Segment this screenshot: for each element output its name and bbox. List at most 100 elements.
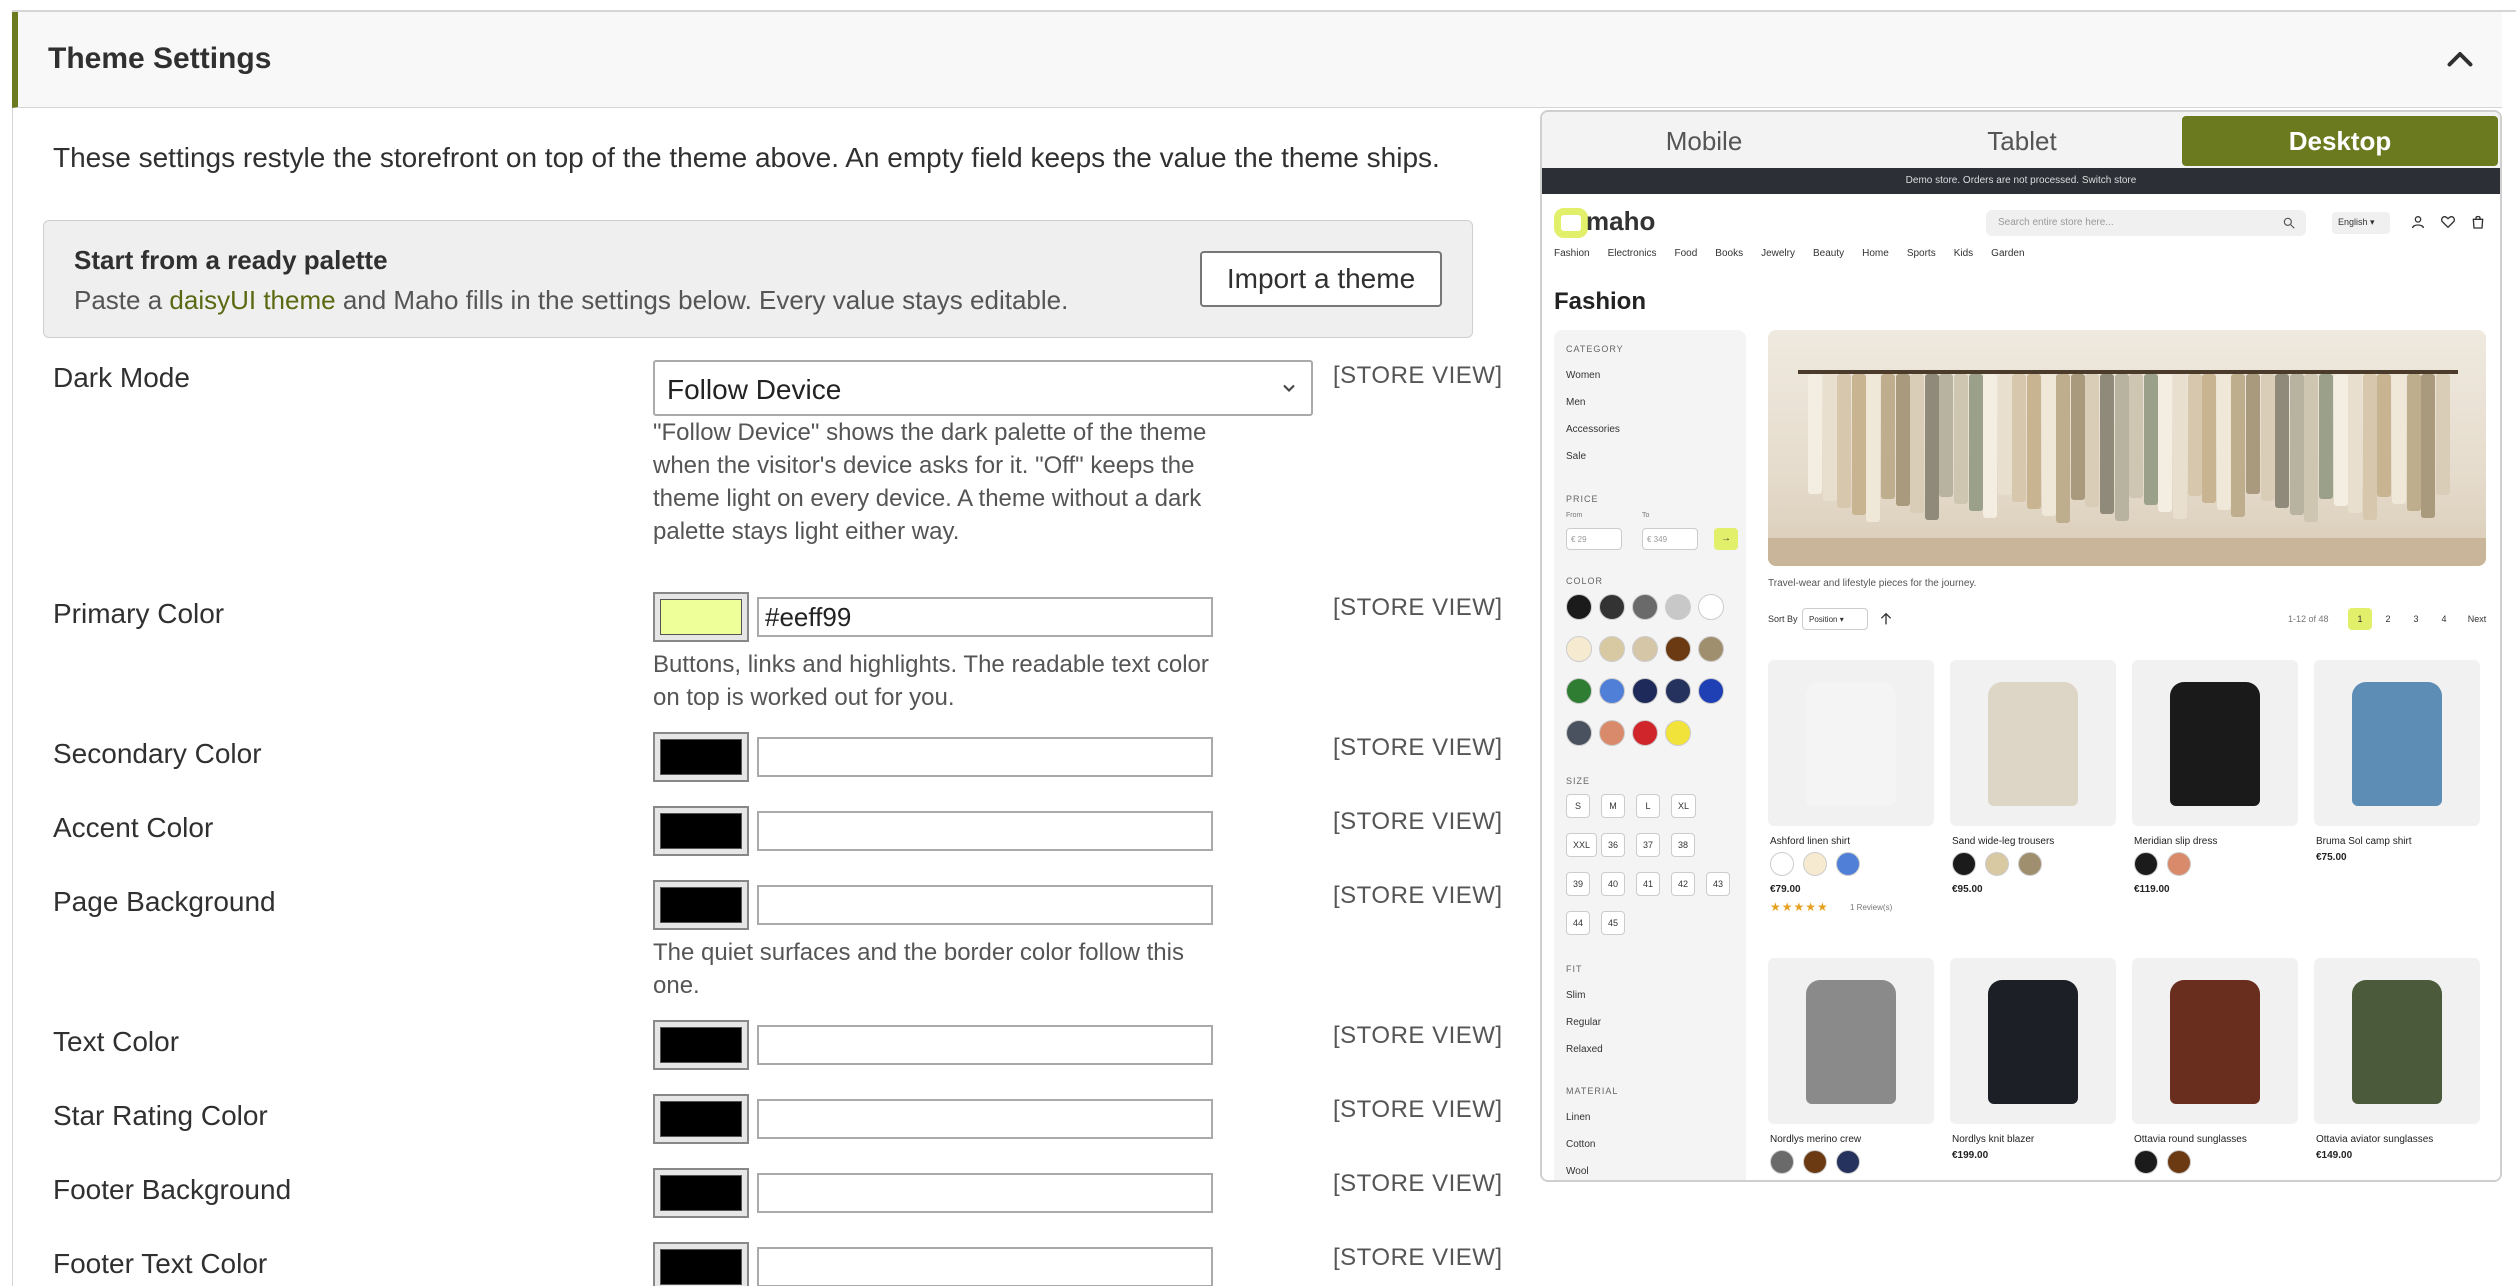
product-name[interactable]: Sand wide-leg trousers: [1952, 836, 2054, 847]
dark-mode-select[interactable]: Follow Device: [653, 360, 1313, 416]
product-color-swatch[interactable]: [2134, 852, 2158, 876]
nav-item[interactable]: Garden: [1991, 248, 2024, 259]
filter-category-item[interactable]: Women: [1566, 370, 1600, 381]
color-picker-swatch[interactable]: [653, 1094, 749, 1144]
product-color-swatch[interactable]: [1952, 852, 1976, 876]
nav-item[interactable]: Electronics: [1608, 248, 1657, 259]
color-picker-swatch[interactable]: [653, 1242, 749, 1286]
color-hex-input[interactable]: [757, 1247, 1213, 1286]
nav-item[interactable]: Beauty: [1813, 248, 1844, 259]
color-filter-swatch[interactable]: [1632, 594, 1658, 620]
color-picker-swatch[interactable]: [653, 732, 749, 782]
filter-category-item[interactable]: Sale: [1566, 451, 1586, 462]
sort-select[interactable]: Position ▾: [1802, 608, 1868, 630]
tab-desktop[interactable]: Desktop: [2182, 116, 2498, 166]
filter-material-item[interactable]: Cotton: [1566, 1139, 1595, 1150]
color-filter-swatch[interactable]: [1698, 636, 1724, 662]
size-filter-chip[interactable]: 36: [1601, 833, 1626, 857]
chevron-up-icon[interactable]: [2442, 42, 2478, 78]
nav-item[interactable]: Kids: [1954, 248, 1973, 259]
color-filter-swatch[interactable]: [1566, 594, 1592, 620]
color-picker-swatch[interactable]: [653, 1168, 749, 1218]
color-filter-swatch[interactable]: [1698, 594, 1724, 620]
product-name[interactable]: Meridian slip dress: [2134, 836, 2217, 847]
account-icon[interactable]: [2410, 214, 2426, 230]
color-picker-swatch[interactable]: [653, 1020, 749, 1070]
product-image[interactable]: [1768, 958, 1934, 1124]
product-image[interactable]: [2314, 958, 2480, 1124]
product-color-swatch[interactable]: [1770, 852, 1794, 876]
tab-tablet[interactable]: Tablet: [1864, 116, 2180, 166]
daisyui-theme-link[interactable]: daisyUI theme: [169, 285, 335, 315]
size-filter-chip[interactable]: 45: [1601, 911, 1626, 935]
size-filter-chip[interactable]: XL: [1671, 794, 1697, 818]
product-image[interactable]: [2132, 958, 2298, 1124]
product-image[interactable]: [2314, 660, 2480, 826]
color-filter-swatch[interactable]: [1599, 678, 1625, 704]
price-to-input[interactable]: € 349: [1642, 528, 1698, 550]
size-filter-chip[interactable]: 39: [1566, 872, 1591, 896]
wishlist-heart-icon[interactable]: [2440, 214, 2456, 230]
filter-material-item[interactable]: Wool: [1566, 1166, 1589, 1177]
product-color-swatch[interactable]: [1836, 1150, 1860, 1174]
nav-item[interactable]: Sports: [1907, 248, 1936, 259]
next-page-link[interactable]: Next: [2460, 608, 2494, 630]
product-color-swatch[interactable]: [1770, 1150, 1794, 1174]
product-color-swatch[interactable]: [2167, 852, 2191, 876]
filter-material-item[interactable]: Linen: [1566, 1112, 1590, 1123]
store-logo[interactable]: maho: [1586, 206, 1655, 237]
color-filter-swatch[interactable]: [1665, 636, 1691, 662]
color-filter-swatch[interactable]: [1632, 720, 1658, 746]
filter-category-item[interactable]: Men: [1566, 397, 1585, 408]
price-apply-button[interactable]: →: [1714, 528, 1738, 550]
color-filter-swatch[interactable]: [1632, 636, 1658, 662]
page-link[interactable]: 3: [2404, 608, 2428, 630]
size-filter-chip[interactable]: L: [1636, 794, 1660, 818]
color-filter-swatch[interactable]: [1566, 720, 1592, 746]
product-color-swatch[interactable]: [2167, 1150, 2191, 1174]
product-name[interactable]: Ashford linen shirt: [1770, 836, 1850, 847]
color-filter-swatch[interactable]: [1665, 594, 1691, 620]
size-filter-chip[interactable]: XXL: [1566, 833, 1598, 857]
product-name[interactable]: Nordlys knit blazer: [1952, 1134, 2034, 1145]
filter-fit-item[interactable]: Regular: [1566, 1017, 1601, 1028]
nav-item[interactable]: Books: [1715, 248, 1743, 259]
product-color-swatch[interactable]: [1803, 1150, 1827, 1174]
product-image[interactable]: [1768, 660, 1934, 826]
import-theme-button[interactable]: Import a theme: [1200, 251, 1442, 307]
color-filter-swatch[interactable]: [1599, 636, 1625, 662]
filter-category-item[interactable]: Accessories: [1566, 424, 1620, 435]
color-filter-swatch[interactable]: [1698, 678, 1724, 704]
nav-item[interactable]: Fashion: [1554, 248, 1590, 259]
product-color-swatch[interactable]: [2018, 852, 2042, 876]
product-image[interactable]: [1950, 958, 2116, 1124]
color-filter-swatch[interactable]: [1665, 678, 1691, 704]
nav-item[interactable]: Food: [1674, 248, 1697, 259]
search-icon[interactable]: [2282, 216, 2296, 230]
filter-fit-item[interactable]: Relaxed: [1566, 1044, 1603, 1055]
product-image[interactable]: [1950, 660, 2116, 826]
size-filter-chip[interactable]: 38: [1671, 833, 1696, 857]
color-hex-input[interactable]: [757, 1099, 1213, 1139]
color-filter-swatch[interactable]: [1599, 594, 1625, 620]
size-filter-chip[interactable]: 43: [1706, 872, 1731, 896]
product-name[interactable]: Ottavia aviator sunglasses: [2316, 1134, 2433, 1145]
color-hex-input[interactable]: [757, 1173, 1213, 1213]
page-link[interactable]: 4: [2432, 608, 2456, 630]
product-color-swatch[interactable]: [2134, 1150, 2158, 1174]
product-name[interactable]: Nordlys merino crew: [1770, 1134, 1861, 1145]
product-image[interactable]: [2132, 660, 2298, 826]
color-hex-input[interactable]: [757, 597, 1213, 637]
sort-direction-arrow-icon[interactable]: [1878, 610, 1894, 628]
color-hex-input[interactable]: [757, 1025, 1213, 1065]
color-picker-swatch[interactable]: [653, 880, 749, 930]
color-picker-swatch[interactable]: [653, 806, 749, 856]
size-filter-chip[interactable]: S: [1566, 794, 1590, 818]
size-filter-chip[interactable]: 44: [1566, 911, 1591, 935]
nav-item[interactable]: Home: [1862, 248, 1889, 259]
language-select[interactable]: English ▾: [2332, 212, 2390, 234]
product-name[interactable]: Ottavia round sunglasses: [2134, 1134, 2247, 1145]
product-color-swatch[interactable]: [1836, 852, 1860, 876]
color-filter-swatch[interactable]: [1665, 720, 1691, 746]
page-link[interactable]: 1: [2348, 608, 2372, 630]
